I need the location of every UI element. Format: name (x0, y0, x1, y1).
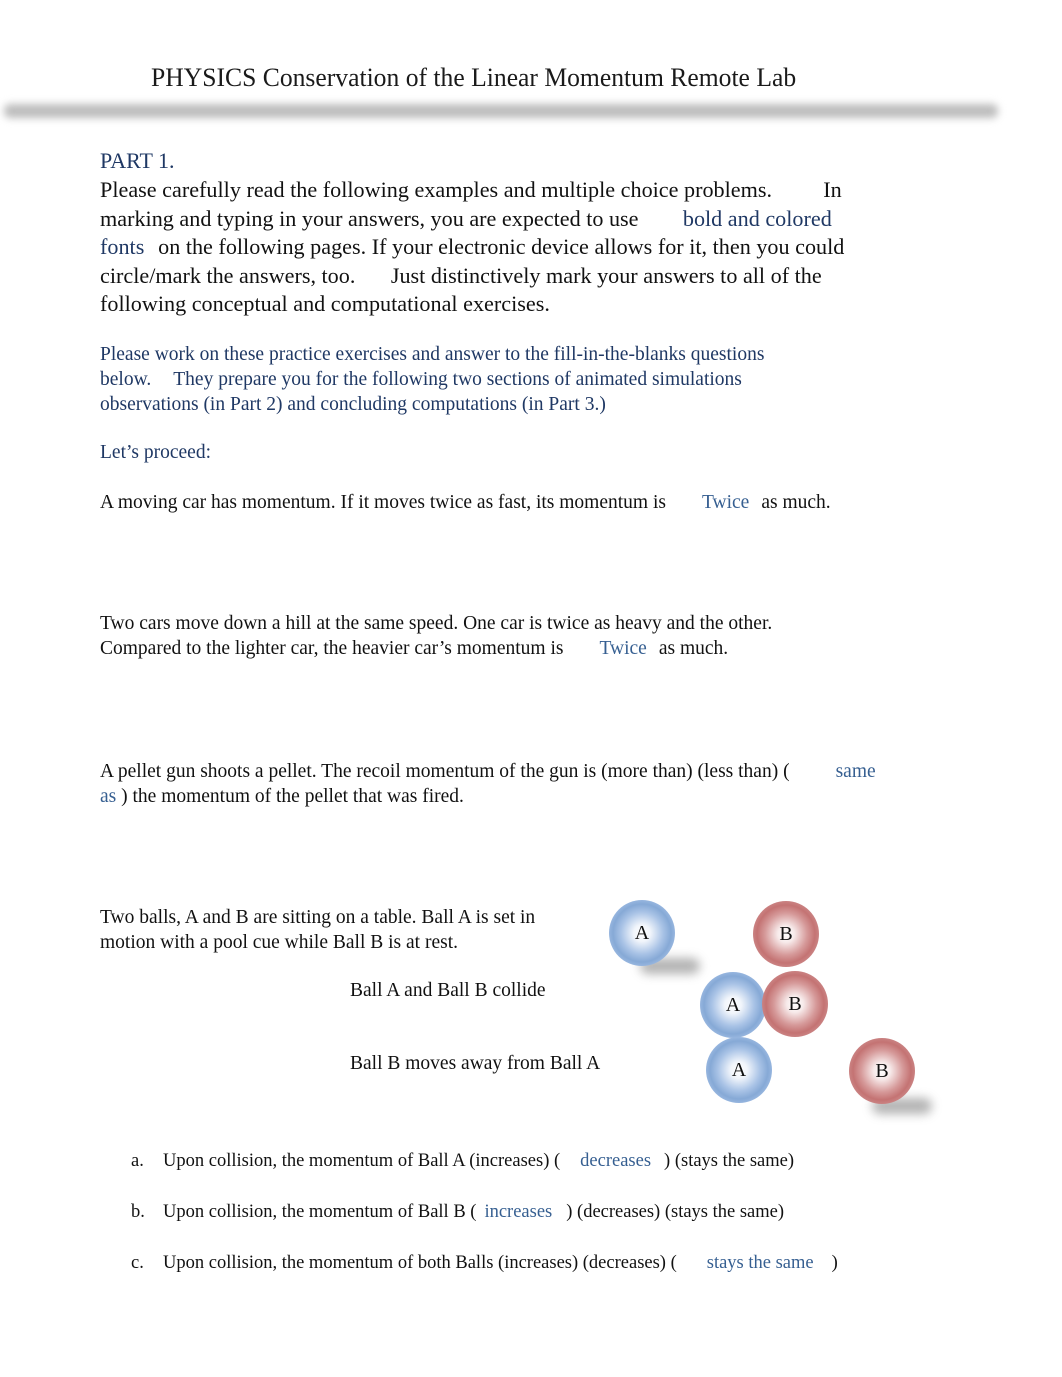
option-text: ) (stays the same) (664, 1151, 795, 1171)
option-text: Upon collision, the momentum of Ball A (… (163, 1151, 561, 1171)
option-marker: c. (131, 1253, 144, 1273)
balls-step-separate: Ball B moves away from Ball A (350, 1053, 601, 1074)
ball-label: B (875, 1059, 889, 1082)
ball-label: B (779, 922, 793, 945)
instructions-text: observations (in Part 2) and concluding … (100, 394, 606, 415)
ball-b-icon: B (849, 1038, 915, 1104)
ball-b-icon: B (762, 971, 828, 1037)
balls-problem-intro: Two balls, A and B are sitting on a tabl… (100, 905, 535, 955)
option-marker: b. (131, 1202, 145, 1222)
instructions-text: Please work on these practice exercises … (100, 344, 765, 365)
ball-label: A (634, 921, 650, 944)
balls-step-collide: Ball A and Ball B collide (350, 980, 546, 1001)
instructions-text: They prepare you for the following two s… (173, 369, 742, 390)
ball-b-icon: B (753, 901, 819, 967)
answer-text[interactable]: increases (484, 1202, 552, 1222)
ball-label: B (788, 992, 802, 1015)
option-a: a. Upon collision, the momentum of Ball A… (131, 1149, 794, 1173)
instructions-paragraph: Please work on these practice exercises … (100, 342, 764, 417)
intro-paragraph: Please carefully read the following exam… (100, 176, 856, 319)
intro-text: circle/mark the answers, too. (100, 262, 356, 288)
part-heading: PART 1. (100, 148, 175, 173)
answer-text[interactable]: as (100, 786, 116, 807)
question-2: Two cars move down a hill at the same sp… (100, 611, 772, 661)
intro-text: Please carefully read the following exam… (100, 177, 773, 202)
problem-text: motion with a pool cue while Ball B is a… (100, 932, 458, 953)
ball-a-icon: A (700, 972, 766, 1038)
option-c: c. Upon collision, the momentum of both B… (131, 1251, 838, 1275)
intro-text: In (823, 177, 842, 202)
answer-text[interactable]: Twice (702, 492, 749, 513)
intro-text: following conceptual and computational e… (100, 291, 550, 316)
problem-text: Two balls, A and B are sitting on a tabl… (100, 907, 536, 928)
ball-label: A (731, 1058, 747, 1081)
instructions-text: below. (100, 369, 152, 390)
ball-a-icon: A (609, 900, 675, 966)
answer-text[interactable]: same (836, 761, 876, 782)
question-text: ) the momentum of the pellet that was fi… (121, 786, 464, 807)
ball-label: A (725, 993, 741, 1016)
emphasis-text: fonts (100, 234, 145, 259)
question-text: A moving car has momentum. If it moves t… (100, 492, 666, 513)
question-1: A moving car has momentum. If it moves t… (100, 490, 831, 515)
question-text: as much. (761, 492, 831, 513)
answer-text[interactable]: stays the same (707, 1253, 814, 1273)
proceed-text: Let’s proceed: (100, 442, 211, 463)
answer-text[interactable]: Twice (599, 638, 646, 659)
option-text: ) (decreases) (stays the same) (566, 1202, 785, 1222)
question-text: Two cars move down a hill at the same sp… (100, 613, 773, 634)
document-title: PHYSICS Conservation of the Linear Momen… (151, 63, 797, 92)
intro-text: on the following pages. If your electron… (158, 234, 845, 259)
question-text: A pellet gun shoots a pellet. The recoil… (100, 761, 790, 782)
ball-a-icon: A (706, 1037, 772, 1103)
question-text: Compared to the lighter car, the heavier… (100, 638, 564, 659)
option-b: b. Upon collision, the momentum of Ball B… (131, 1200, 784, 1224)
emphasis-text: bold and colored (682, 205, 832, 231)
option-text: Upon collision, the momentum of both Bal… (163, 1253, 677, 1273)
intro-text: Just distinctively mark your answers to … (390, 262, 822, 288)
answer-text[interactable]: decreases (580, 1151, 651, 1171)
question-text: as much. (658, 638, 729, 659)
title-divider (4, 104, 998, 118)
intro-text: marking and typing in your answers, you … (100, 205, 639, 231)
question-3: A pellet gun shoots a pellet. The recoil… (100, 759, 876, 809)
option-marker: a. (131, 1151, 144, 1171)
option-text: ) (831, 1253, 838, 1273)
option-text: Upon collision, the momentum of Ball B ( (163, 1202, 477, 1222)
